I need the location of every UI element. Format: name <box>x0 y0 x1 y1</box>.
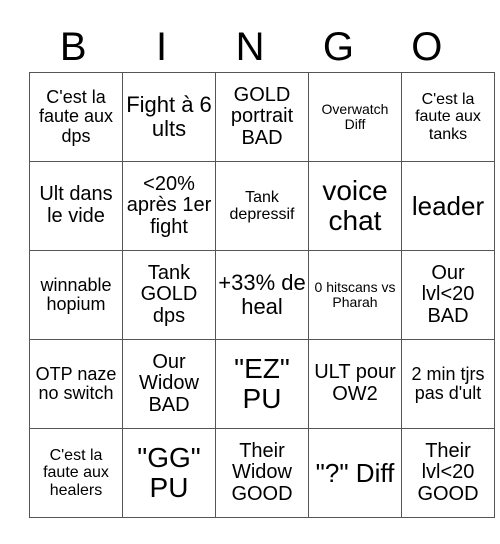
bingo-cell[interactable]: "GG" PU <box>122 428 216 518</box>
bingo-cell[interactable]: Their lvl<20 GOOD <box>401 428 495 518</box>
bingo-cell[interactable]: "EZ" PU <box>215 339 309 429</box>
header-letter-b: B <box>59 25 87 69</box>
bingo-cell[interactable]: GOLD portrait BAD <box>215 72 309 162</box>
bingo-cell[interactable]: C'est la faute aux tanks <box>401 72 495 162</box>
bingo-cell[interactable]: <20% après 1er fight <box>122 161 216 251</box>
bingo-cell[interactable]: Tank GOLD dps <box>122 250 216 340</box>
bingo-cell[interactable]: C'est la faute aux healers <box>29 428 123 518</box>
bingo-cell[interactable]: leader <box>401 161 495 251</box>
bingo-cell[interactable]: Ult dans le vide <box>29 161 123 251</box>
bingo-cell[interactable]: OTP naze no switch <box>29 339 123 429</box>
bingo-cell[interactable]: 0 hitscans vs Pharah <box>308 250 402 340</box>
bingo-cell[interactable]: Overwatch Diff <box>308 72 402 162</box>
bingo-cell[interactable]: Our lvl<20 BAD <box>401 250 495 340</box>
bingo-cell[interactable]: Tank depressif <box>215 161 309 251</box>
bingo-cell[interactable]: 2 min tjrs pas d'ult <box>401 339 495 429</box>
bingo-cell[interactable]: ULT pour OW2 <box>308 339 402 429</box>
grid-row: Ult dans le vide <20% après 1er fight Ta… <box>29 161 495 251</box>
bingo-cell[interactable]: "?" Diff <box>308 428 402 518</box>
grid-row: C'est la faute aux healers "GG" PU Their… <box>29 428 495 518</box>
bingo-cell[interactable]: Fight à 6 ults <box>122 72 216 162</box>
header-letter-g: G <box>322 25 354 69</box>
bingo-grid: C'est la faute aux dps Fight à 6 ults GO… <box>29 72 495 518</box>
grid-row: OTP naze no switch Our Widow BAD "EZ" PU… <box>29 339 495 429</box>
header-letter-o: O <box>411 25 443 69</box>
bingo-cell[interactable]: voice chat <box>308 161 402 251</box>
bingo-header: B I N G O <box>29 22 471 72</box>
bingo-cell[interactable]: Our Widow BAD <box>122 339 216 429</box>
header-letter-i: I <box>156 25 168 69</box>
bingo-cell[interactable]: Their Widow GOOD <box>215 428 309 518</box>
grid-row: C'est la faute aux dps Fight à 6 ults GO… <box>29 72 495 162</box>
grid-row: winnable hopium Tank GOLD dps +33% de he… <box>29 250 495 340</box>
bingo-cell[interactable]: +33% de heal <box>215 250 309 340</box>
header-letter-n: N <box>235 25 265 69</box>
bingo-cell[interactable]: C'est la faute aux dps <box>29 72 123 162</box>
bingo-cell[interactable]: winnable hopium <box>29 250 123 340</box>
